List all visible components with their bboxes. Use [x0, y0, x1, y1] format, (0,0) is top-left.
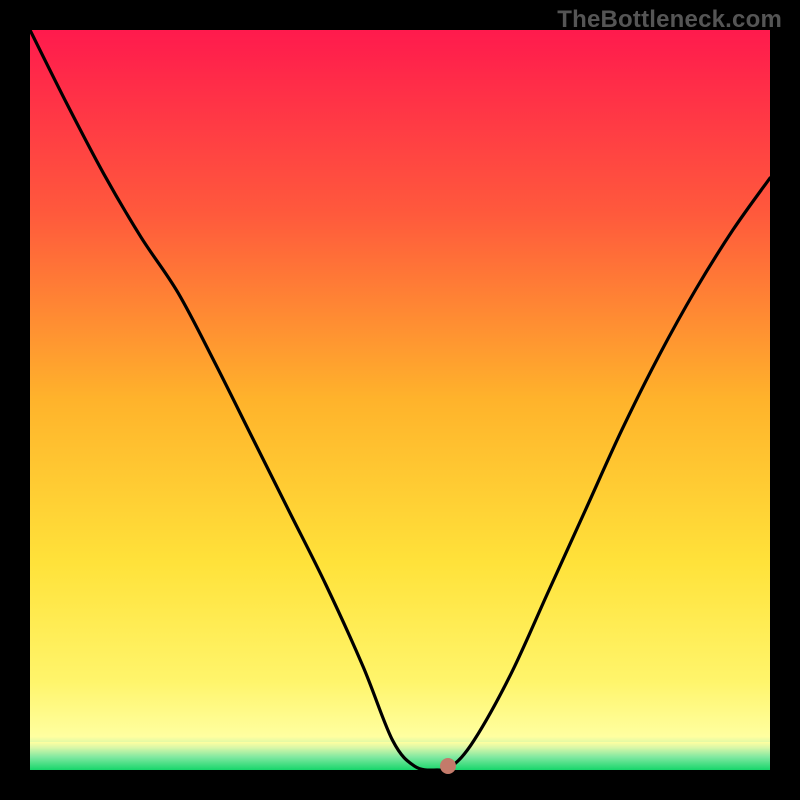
chart-frame: TheBottleneck.com — [0, 0, 800, 800]
optimal-point-marker — [440, 758, 456, 774]
watermark-text: TheBottleneck.com — [557, 6, 782, 34]
plot-area — [30, 30, 770, 770]
bottleneck-curve — [30, 30, 770, 770]
